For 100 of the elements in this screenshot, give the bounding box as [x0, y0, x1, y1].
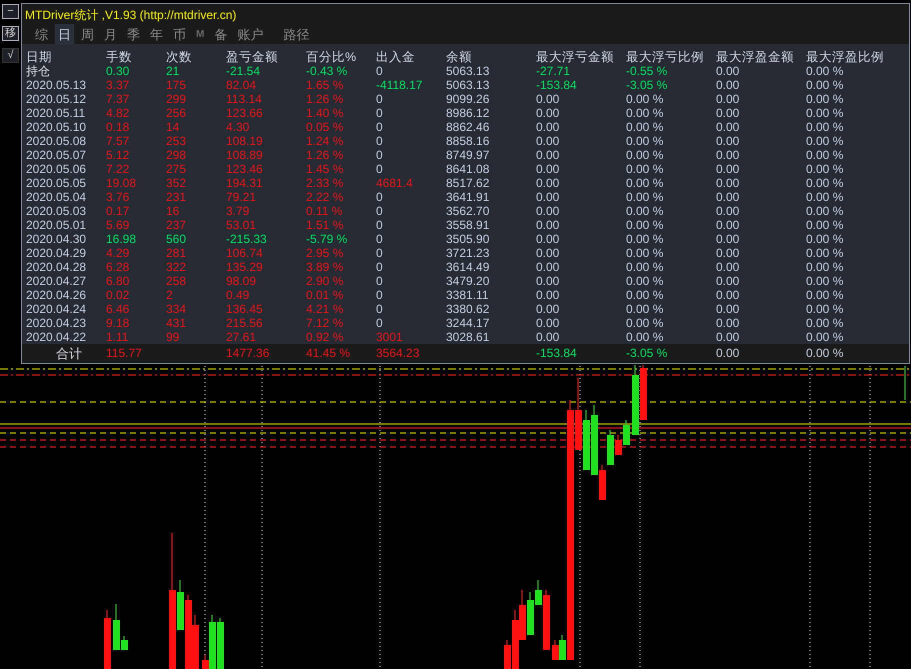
table-cell: 0.00 % [806, 204, 844, 218]
table-cell: 0.00 [536, 190, 560, 204]
table-cell: 215.56 [226, 316, 263, 330]
column-header: 出入金 [376, 50, 415, 64]
table-cell: 4.82 [106, 106, 130, 120]
total-cell-text: -3.05 % [626, 345, 668, 362]
table-cell: 352 [166, 176, 186, 190]
total-cell-text: 合计 [55, 345, 82, 363]
table-cell: 0.00 % [806, 232, 844, 246]
table-cell: 8986.12 [446, 106, 490, 120]
table-cell: 2020.05.13 [26, 78, 86, 92]
tab[interactable]: 季 [124, 24, 143, 45]
total-cell-text: 3564.23 [376, 345, 420, 362]
table-cell: 0.00 [536, 218, 560, 232]
table-cell: 0.00 [716, 330, 740, 344]
table-cell: 237 [166, 218, 186, 232]
total-cell-text: 1477.36 [226, 345, 270, 362]
table-cell: 2020.05.06 [26, 162, 86, 176]
side-button[interactable]: √ [2, 48, 19, 63]
table-cell: 0.00 % [806, 176, 844, 190]
tab[interactable]: 备 [211, 24, 230, 45]
table-cell: 5063.13 [446, 78, 490, 92]
table-cell: 4681.4 [376, 176, 413, 190]
table-cell: 0.00 [536, 274, 560, 288]
table-cell: 0.00 [716, 260, 740, 274]
tab[interactable]: 账户 [234, 24, 266, 45]
total-cell-text: 115.77 [106, 345, 142, 362]
table-cell: 0 [376, 92, 383, 106]
table-cell: 123.66 [226, 106, 263, 120]
table-cell: -153.84 [536, 78, 577, 92]
table-cell: 253 [166, 134, 186, 148]
table-cell: 5.69 [106, 218, 130, 232]
tab[interactable]: 综 [32, 24, 51, 45]
table-cell: 3.37 [106, 78, 130, 92]
table-cell: 7.12 % [306, 316, 344, 330]
tab[interactable]: M [193, 24, 208, 45]
table-cell: 82.04 [226, 78, 256, 92]
table-cell: 0 [376, 64, 383, 78]
table-cell: 258 [166, 274, 186, 288]
table-cell: 0.00 [716, 204, 740, 218]
table-cell: 2020.04.29 [26, 246, 86, 260]
table-cell: 3479.20 [446, 274, 490, 288]
table-cell: 0.00 [716, 148, 740, 162]
table-cell: 0.00 [536, 148, 560, 162]
table-cell: 8641.08 [446, 162, 490, 176]
table-cell: 0.00 % [806, 246, 844, 260]
table-cell: 2020.04.27 [26, 274, 86, 288]
tab[interactable]: 年 [147, 24, 166, 45]
table-cell: 0.00 % [626, 190, 664, 204]
table-cell: 0.00 [536, 260, 560, 274]
table-cell: 0 [376, 106, 383, 120]
table-cell: 0 [376, 190, 383, 204]
table-cell: 0.00 % [806, 148, 844, 162]
table-cell: 2020.05.03 [26, 204, 86, 218]
table-cell: 2020.05.01 [26, 218, 86, 232]
table-cell: 136.45 [226, 302, 263, 316]
table-cell: 0.00 % [626, 120, 664, 134]
tab[interactable]: 周 [78, 24, 97, 45]
table-cell: 231 [166, 190, 186, 204]
table-cell: 0.00 % [806, 316, 844, 330]
table-cell: 0.00 % [626, 134, 664, 148]
table-cell: 3562.70 [446, 204, 490, 218]
table-cell: 2020.05.10 [26, 120, 86, 134]
table-cell: 0.00 [716, 106, 740, 120]
table-cell: 6.28 [106, 260, 130, 274]
table-cell: 0.00 % [626, 246, 664, 260]
table-cell: 0.00 % [806, 106, 844, 120]
table-cell: 0.00 % [806, 78, 844, 92]
table-cell: 175 [166, 78, 186, 92]
tab[interactable]: 路径 [280, 24, 312, 45]
total-cell-text: 0.00 % [806, 345, 844, 362]
table-cell: 0.00 [536, 134, 560, 148]
table-cell: 0.00 % [806, 302, 844, 316]
table-cell: 0.00 % [626, 162, 664, 176]
table-cell: 持仓 [26, 64, 50, 78]
table-cell: 0.00 [536, 162, 560, 176]
table-cell: 0.00 % [626, 274, 664, 288]
table-cell: 4.30 [226, 120, 250, 134]
table-cell: 0.00 % [626, 204, 664, 218]
table-cell: 3505.90 [446, 232, 490, 246]
tab[interactable]: 币 [170, 24, 189, 45]
column-header: 盈亏金额 [226, 50, 278, 64]
tab[interactable]: 日 [55, 24, 74, 45]
table-cell: 0.00 [716, 190, 740, 204]
side-button[interactable]: − [2, 4, 19, 19]
table-cell: 21 [166, 64, 180, 78]
table-cell: 2 [166, 288, 173, 302]
tab[interactable]: 月 [101, 24, 120, 45]
table-cell: 322 [166, 260, 186, 274]
table-cell: 2020.04.26 [26, 288, 86, 302]
table-cell: 0.00 [536, 246, 560, 260]
table-cell: 194.31 [226, 176, 263, 190]
side-button[interactable]: 移 [2, 26, 19, 41]
table-cell: 16.98 [106, 232, 136, 246]
table-cell: 0 [376, 218, 383, 232]
table-cell: 27.61 [226, 330, 256, 344]
table-cell: 0.00 [716, 246, 740, 260]
column-header: 手数 [106, 50, 132, 64]
table-cell: 14 [166, 120, 180, 134]
table-cell: 3244.17 [446, 316, 490, 330]
